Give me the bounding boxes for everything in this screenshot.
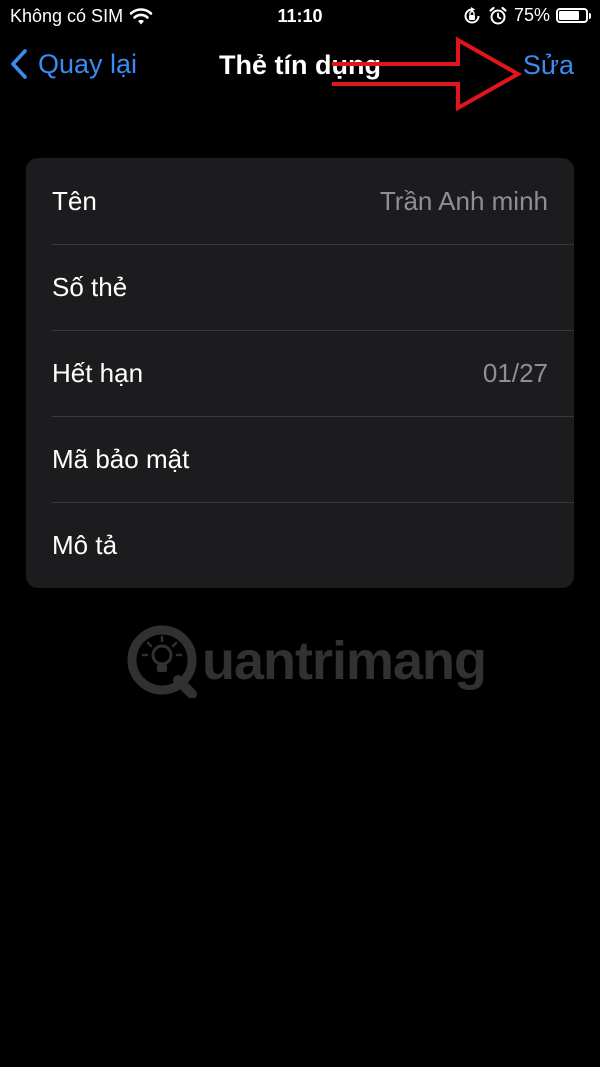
navigation-bar: Quay lại Thẻ tín dụng Sửa	[0, 34, 600, 100]
row-expiry[interactable]: Hết hạn 01/27	[26, 330, 574, 416]
card-details-group: Tên Trần Anh minh Số thẻ Hết hạn 01/27 M…	[26, 158, 574, 588]
row-security-code[interactable]: Mã bảo mật	[26, 416, 574, 502]
row-label: Mã bảo mật	[52, 443, 190, 474]
row-label: Số thẻ	[52, 271, 128, 302]
watermark-text: uantrimang	[202, 631, 487, 691]
row-description[interactable]: Mô tả	[26, 502, 574, 588]
lightbulb-logo-icon	[127, 625, 197, 698]
alarm-icon	[489, 6, 507, 24]
row-label: Mô tả	[52, 529, 118, 560]
row-value: Trần Anh minh	[379, 185, 548, 216]
row-value: 01/27	[482, 357, 548, 388]
watermark: uantrimang	[126, 624, 487, 698]
battery-icon	[556, 8, 591, 23]
row-card-number[interactable]: Số thẻ	[26, 244, 574, 330]
row-label: Tên	[52, 185, 97, 216]
page-title: Thẻ tín dụng	[219, 50, 381, 80]
status-bar: Không có SIM 11:10 75%	[0, 0, 600, 34]
battery-percentage: 75%	[513, 5, 550, 25]
edit-button[interactable]: Sửa	[523, 50, 574, 81]
row-label: Hết hạn	[52, 357, 144, 388]
orientation-lock-icon	[464, 6, 480, 23]
status-right-group: 75%	[462, 5, 591, 26]
row-name[interactable]: Tên Trần Anh minh	[26, 158, 574, 244]
battery-fill	[559, 11, 579, 20]
